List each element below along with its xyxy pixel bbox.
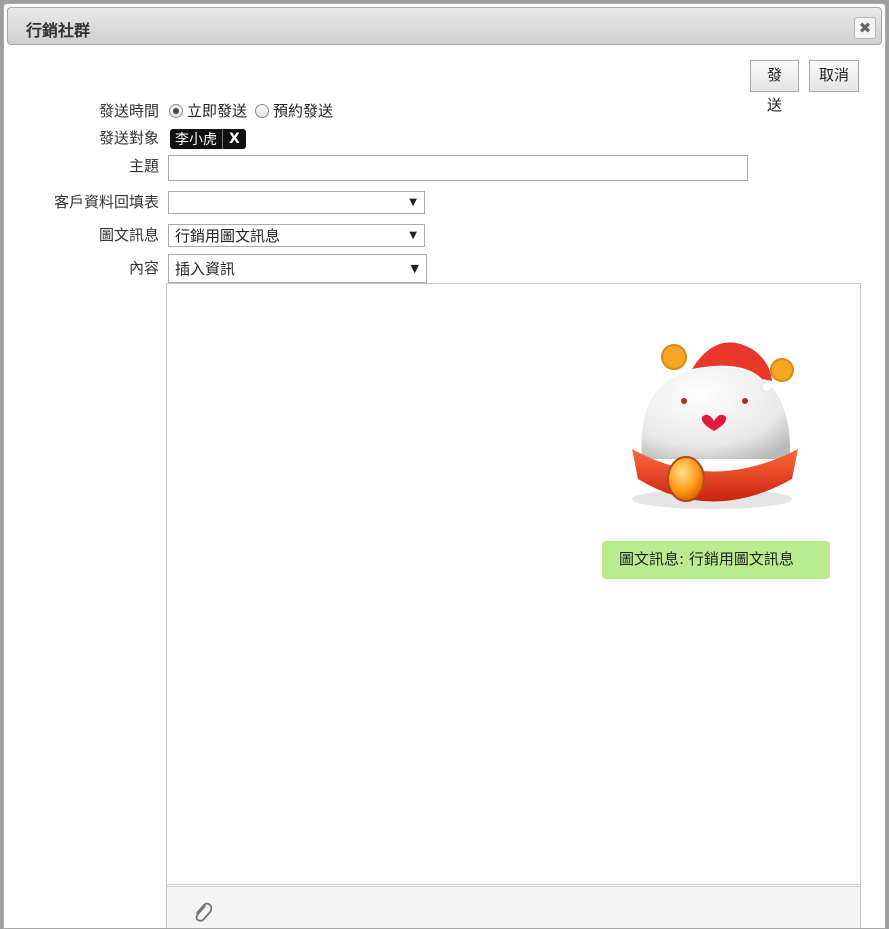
subject-label: 主題 <box>128 157 159 175</box>
dialog-title: 行銷社群 <box>26 21 91 40</box>
recipients-label: 發送對象 <box>98 129 159 147</box>
dialog: 行銷社群 ✖ 發送 取消 發送時間 立即發送 預約發送 發送對象 李小虎 X 主… <box>3 3 886 929</box>
recipient-remove-button[interactable]: X <box>223 131 246 147</box>
rich-message-select[interactable]: 行銷用圖文訊息 ▼ <box>168 224 425 247</box>
radio-immediate[interactable] <box>169 103 183 118</box>
content-label: 內容 <box>128 259 159 277</box>
close-button[interactable]: ✖ <box>854 17 876 39</box>
chevron-down-icon: ▼ <box>409 197 417 208</box>
send-time-label: 發送時間 <box>98 102 159 120</box>
cancel-button[interactable]: 取消 <box>809 60 859 92</box>
insert-info-select[interactable]: 插入資訊 ▼ <box>168 254 427 283</box>
close-icon: ✖ <box>858 19 872 37</box>
editor-canvas[interactable]: 圖文訊息: 行銷用圖文訊息 <box>167 284 860 884</box>
mascot-icon <box>632 342 798 509</box>
customer-form-label: 客戶資料回填表 <box>53 193 159 211</box>
content-editor[interactable]: 圖文訊息: 行銷用圖文訊息 <box>166 283 861 928</box>
send-button[interactable]: 發送 <box>750 60 799 114</box>
customer-form-select[interactable]: ▼ <box>168 191 425 214</box>
rich-message-label: 圖文訊息 <box>98 226 159 244</box>
message-bubble: 圖文訊息: 行銷用圖文訊息 <box>602 541 830 579</box>
insert-info-value: 插入資訊 <box>175 260 236 278</box>
radio-scheduled-label[interactable]: 預約發送 <box>273 100 333 121</box>
recipient-tag-name: 李小虎 <box>170 129 223 149</box>
radio-scheduled[interactable] <box>255 103 270 118</box>
radio-immediate-label[interactable]: 立即發送 <box>187 100 247 121</box>
recipient-tag: 李小虎 X <box>170 129 246 149</box>
editor-footer <box>167 884 860 928</box>
title-bar[interactable]: 行銷社群 ✖ <box>7 7 882 45</box>
paperclip-icon[interactable] <box>192 901 212 923</box>
chevron-down-icon: ▼ <box>409 230 417 241</box>
caret-down-icon: ▼ <box>410 262 419 275</box>
rich-message-value: 行銷用圖文訊息 <box>175 227 281 245</box>
subject-input[interactable] <box>168 155 748 181</box>
send-time-options: 立即發送 預約發送 <box>169 100 341 121</box>
